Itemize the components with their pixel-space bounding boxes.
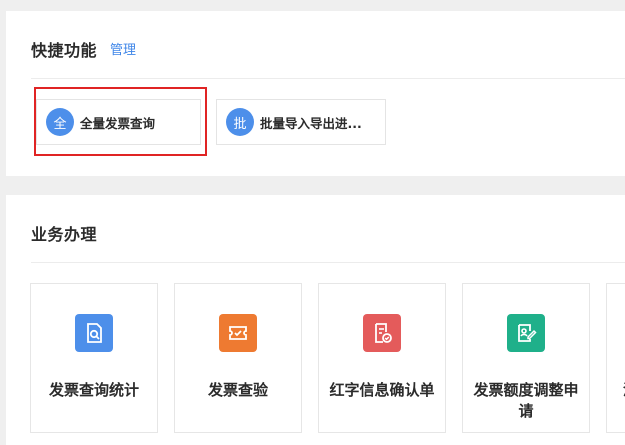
- quick-item-badge: 批: [226, 108, 254, 136]
- ticket-verify-icon: [219, 314, 257, 352]
- red-invoice-confirm-icon: [363, 314, 401, 352]
- card-red-invoice-confirmation[interactable]: 红字信息确认单: [318, 283, 446, 433]
- quota-adjust-icon: [507, 314, 545, 352]
- manage-link[interactable]: 管理: [110, 39, 136, 58]
- invoice-search-icon: [75, 314, 113, 352]
- divider: [31, 262, 625, 263]
- card-label: 发票查询统计: [48, 381, 139, 399]
- business-title: 业务办理: [31, 225, 98, 244]
- quick-item-full-invoice-query[interactable]: 全 全量发票查询: [36, 99, 201, 145]
- divider: [31, 78, 625, 79]
- quick-functions-title: 快捷功能: [31, 41, 98, 60]
- card-invoice-verification[interactable]: 发票查验: [174, 283, 302, 433]
- quick-item-badge: 全: [46, 108, 74, 136]
- card-invoice-query-statistics[interactable]: 发票查询统计: [30, 283, 158, 433]
- card-label: 红字信息确认单: [329, 381, 435, 399]
- business-panel: 业务办理 发票查询统计 发票查验 红字信息确认单 发票额度调整申请: [6, 195, 625, 445]
- quick-item-label: 批量导入导出进...: [260, 115, 362, 131]
- quick-item-label: 全量发票查询: [80, 115, 156, 131]
- quick-functions-panel: 快捷功能 管理 全 全量发票查询 批 批量导入导出进...: [6, 11, 625, 176]
- card-partial[interactable]: 湿: [606, 283, 625, 433]
- quick-item-batch-import-export[interactable]: 批 批量导入导出进...: [216, 99, 386, 145]
- card-invoice-quota-adjustment[interactable]: 发票额度调整申请: [462, 283, 590, 433]
- card-label: 发票额度调整申请: [473, 381, 579, 420]
- card-label: 发票查验: [207, 381, 268, 399]
